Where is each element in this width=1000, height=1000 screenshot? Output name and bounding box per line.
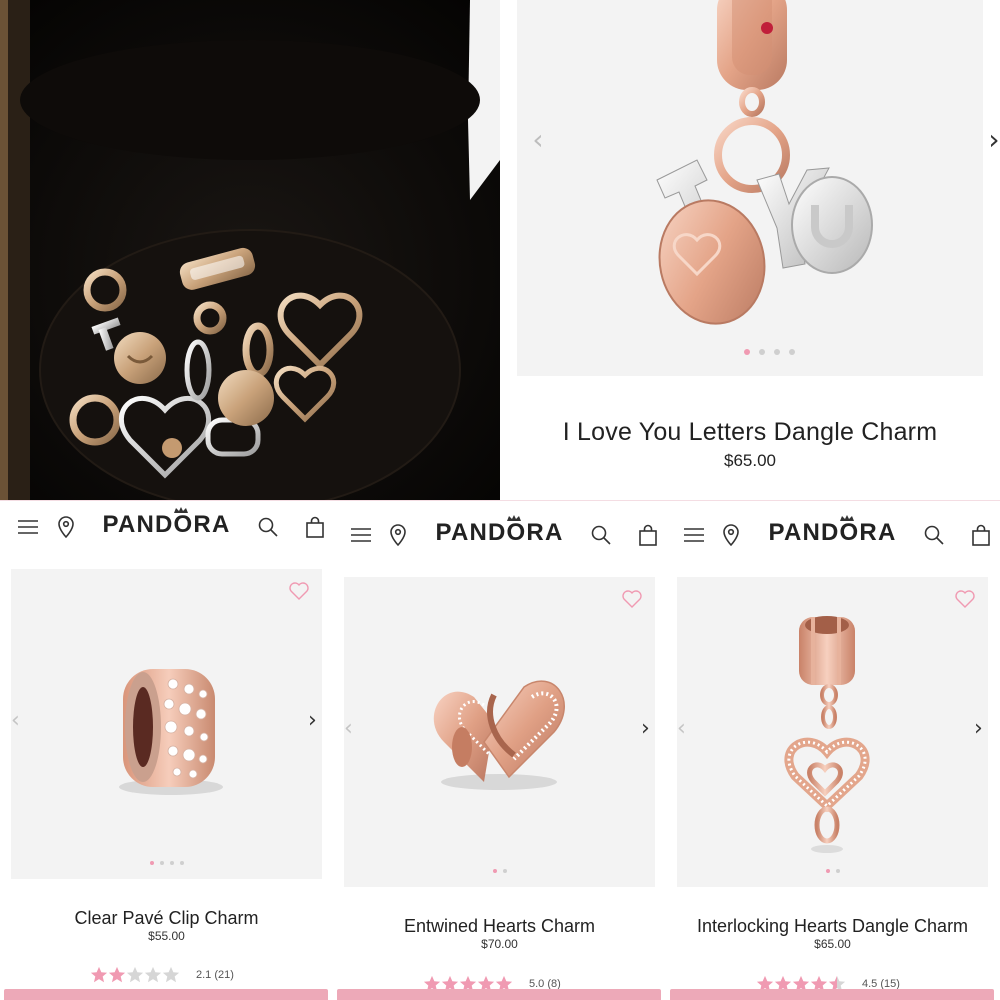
heart-outline-icon[interactable] (621, 589, 643, 609)
product-price: $55.00 (148, 929, 185, 943)
hero-next-arrow[interactable]: › (985, 125, 1000, 155)
hero-product-image-carousel[interactable]: ‹ › (517, 0, 1000, 376)
shopping-bag-icon[interactable] (636, 523, 660, 547)
star-filled-icon (90, 966, 108, 983)
search-icon[interactable] (589, 523, 613, 547)
carousel-dot[interactable] (179, 861, 184, 865)
site-header: PANDORA (0, 503, 333, 553)
carousel-dot[interactable] (789, 349, 795, 355)
hero-prev-arrow[interactable]: ‹ (529, 125, 547, 155)
featured-product: ‹ › I Love You Letters Dangle Charm $65.… (500, 0, 1000, 500)
i-love-you-dangle-charm-image (656, 0, 873, 325)
product-name[interactable]: Clear Pavé Clip Charm (0, 908, 333, 929)
hero-carousel-dots (744, 349, 795, 355)
prev-arrow[interactable]: ‹ (344, 717, 358, 741)
product-column-1: PANDORA ‹ › Clear Pavé Clip Charm $55.00… (0, 501, 333, 1000)
carousel-dot[interactable] (159, 861, 164, 865)
next-arrow[interactable]: › (641, 717, 655, 741)
crown-icon (507, 515, 521, 521)
interlocking-hearts-dangle-charm-image (784, 616, 870, 853)
site-header: PANDORA (333, 511, 666, 561)
next-arrow[interactable]: › (974, 717, 988, 741)
star-empty-icon (126, 966, 144, 983)
heart-outline-icon[interactable] (954, 589, 976, 609)
shopping-bag-icon[interactable] (969, 523, 993, 547)
carousel-dot[interactable] (835, 869, 840, 873)
logo-text: PANDORA (435, 519, 564, 546)
add-to-bag-button[interactable] (670, 989, 994, 1000)
shopping-bag-icon[interactable] (303, 515, 327, 539)
star-rating: 2.1 (21) (90, 966, 234, 984)
carousel-dots (492, 869, 507, 873)
product-name[interactable]: Interlocking Hearts Dangle Charm (666, 916, 999, 937)
logo-text: PANDORA (768, 519, 897, 546)
star-empty-icon (144, 966, 162, 983)
prev-arrow[interactable]: ‹ (11, 709, 25, 733)
hero-product-price: $65.00 (724, 451, 776, 470)
product-image-carousel[interactable]: ‹ › (11, 569, 322, 879)
search-icon[interactable] (256, 515, 280, 539)
pandora-logo[interactable]: PANDORA (333, 515, 666, 547)
carousel-dot[interactable] (492, 869, 497, 873)
heart-outline-icon[interactable] (288, 581, 310, 601)
add-to-bag-button[interactable] (337, 989, 661, 1000)
hero-product-name[interactable]: I Love You Letters Dangle Charm (500, 418, 1000, 447)
charm-collection-photo (0, 0, 500, 500)
product-image-carousel[interactable]: ‹ › (344, 577, 655, 887)
product-column-3: PANDORA ‹ › Interlocking Hearts Dangle C… (666, 501, 999, 1000)
crown-icon (840, 515, 854, 521)
add-to-bag-button[interactable] (4, 989, 328, 1000)
product-name[interactable]: Entwined Hearts Charm (333, 916, 666, 937)
star-filled-icon (108, 966, 126, 983)
carousel-dot[interactable] (744, 349, 750, 355)
site-header: PANDORA (666, 511, 999, 561)
crown-icon (174, 507, 188, 513)
product-column-2: PANDORA ‹ › Entwined Hearts Charm $70.00… (333, 501, 666, 1000)
product-price: $65.00 (814, 937, 851, 951)
prev-arrow[interactable]: ‹ (677, 717, 691, 741)
pandora-logo[interactable]: PANDORA (666, 515, 999, 547)
logo-text: PANDORA (102, 511, 231, 538)
next-arrow[interactable]: › (308, 709, 322, 733)
product-price: $70.00 (481, 937, 518, 951)
carousel-dot[interactable] (825, 869, 830, 873)
carousel-dot[interactable] (149, 861, 154, 865)
pandora-logo[interactable]: PANDORA (0, 507, 333, 539)
carousel-dots (149, 861, 184, 865)
carousel-dot[interactable] (759, 349, 765, 355)
carousel-dots (825, 869, 840, 873)
star-empty-icon (162, 966, 180, 983)
product-image-carousel[interactable]: ‹ › (677, 577, 988, 887)
carousel-dot[interactable] (774, 349, 780, 355)
carousel-dot[interactable] (502, 869, 507, 873)
rating-text[interactable]: 2.1 (21) (196, 969, 234, 981)
search-icon[interactable] (922, 523, 946, 547)
carousel-dot[interactable] (169, 861, 174, 865)
clear-pave-clip-charm-image (119, 669, 223, 795)
entwined-hearts-charm-image (433, 680, 565, 790)
